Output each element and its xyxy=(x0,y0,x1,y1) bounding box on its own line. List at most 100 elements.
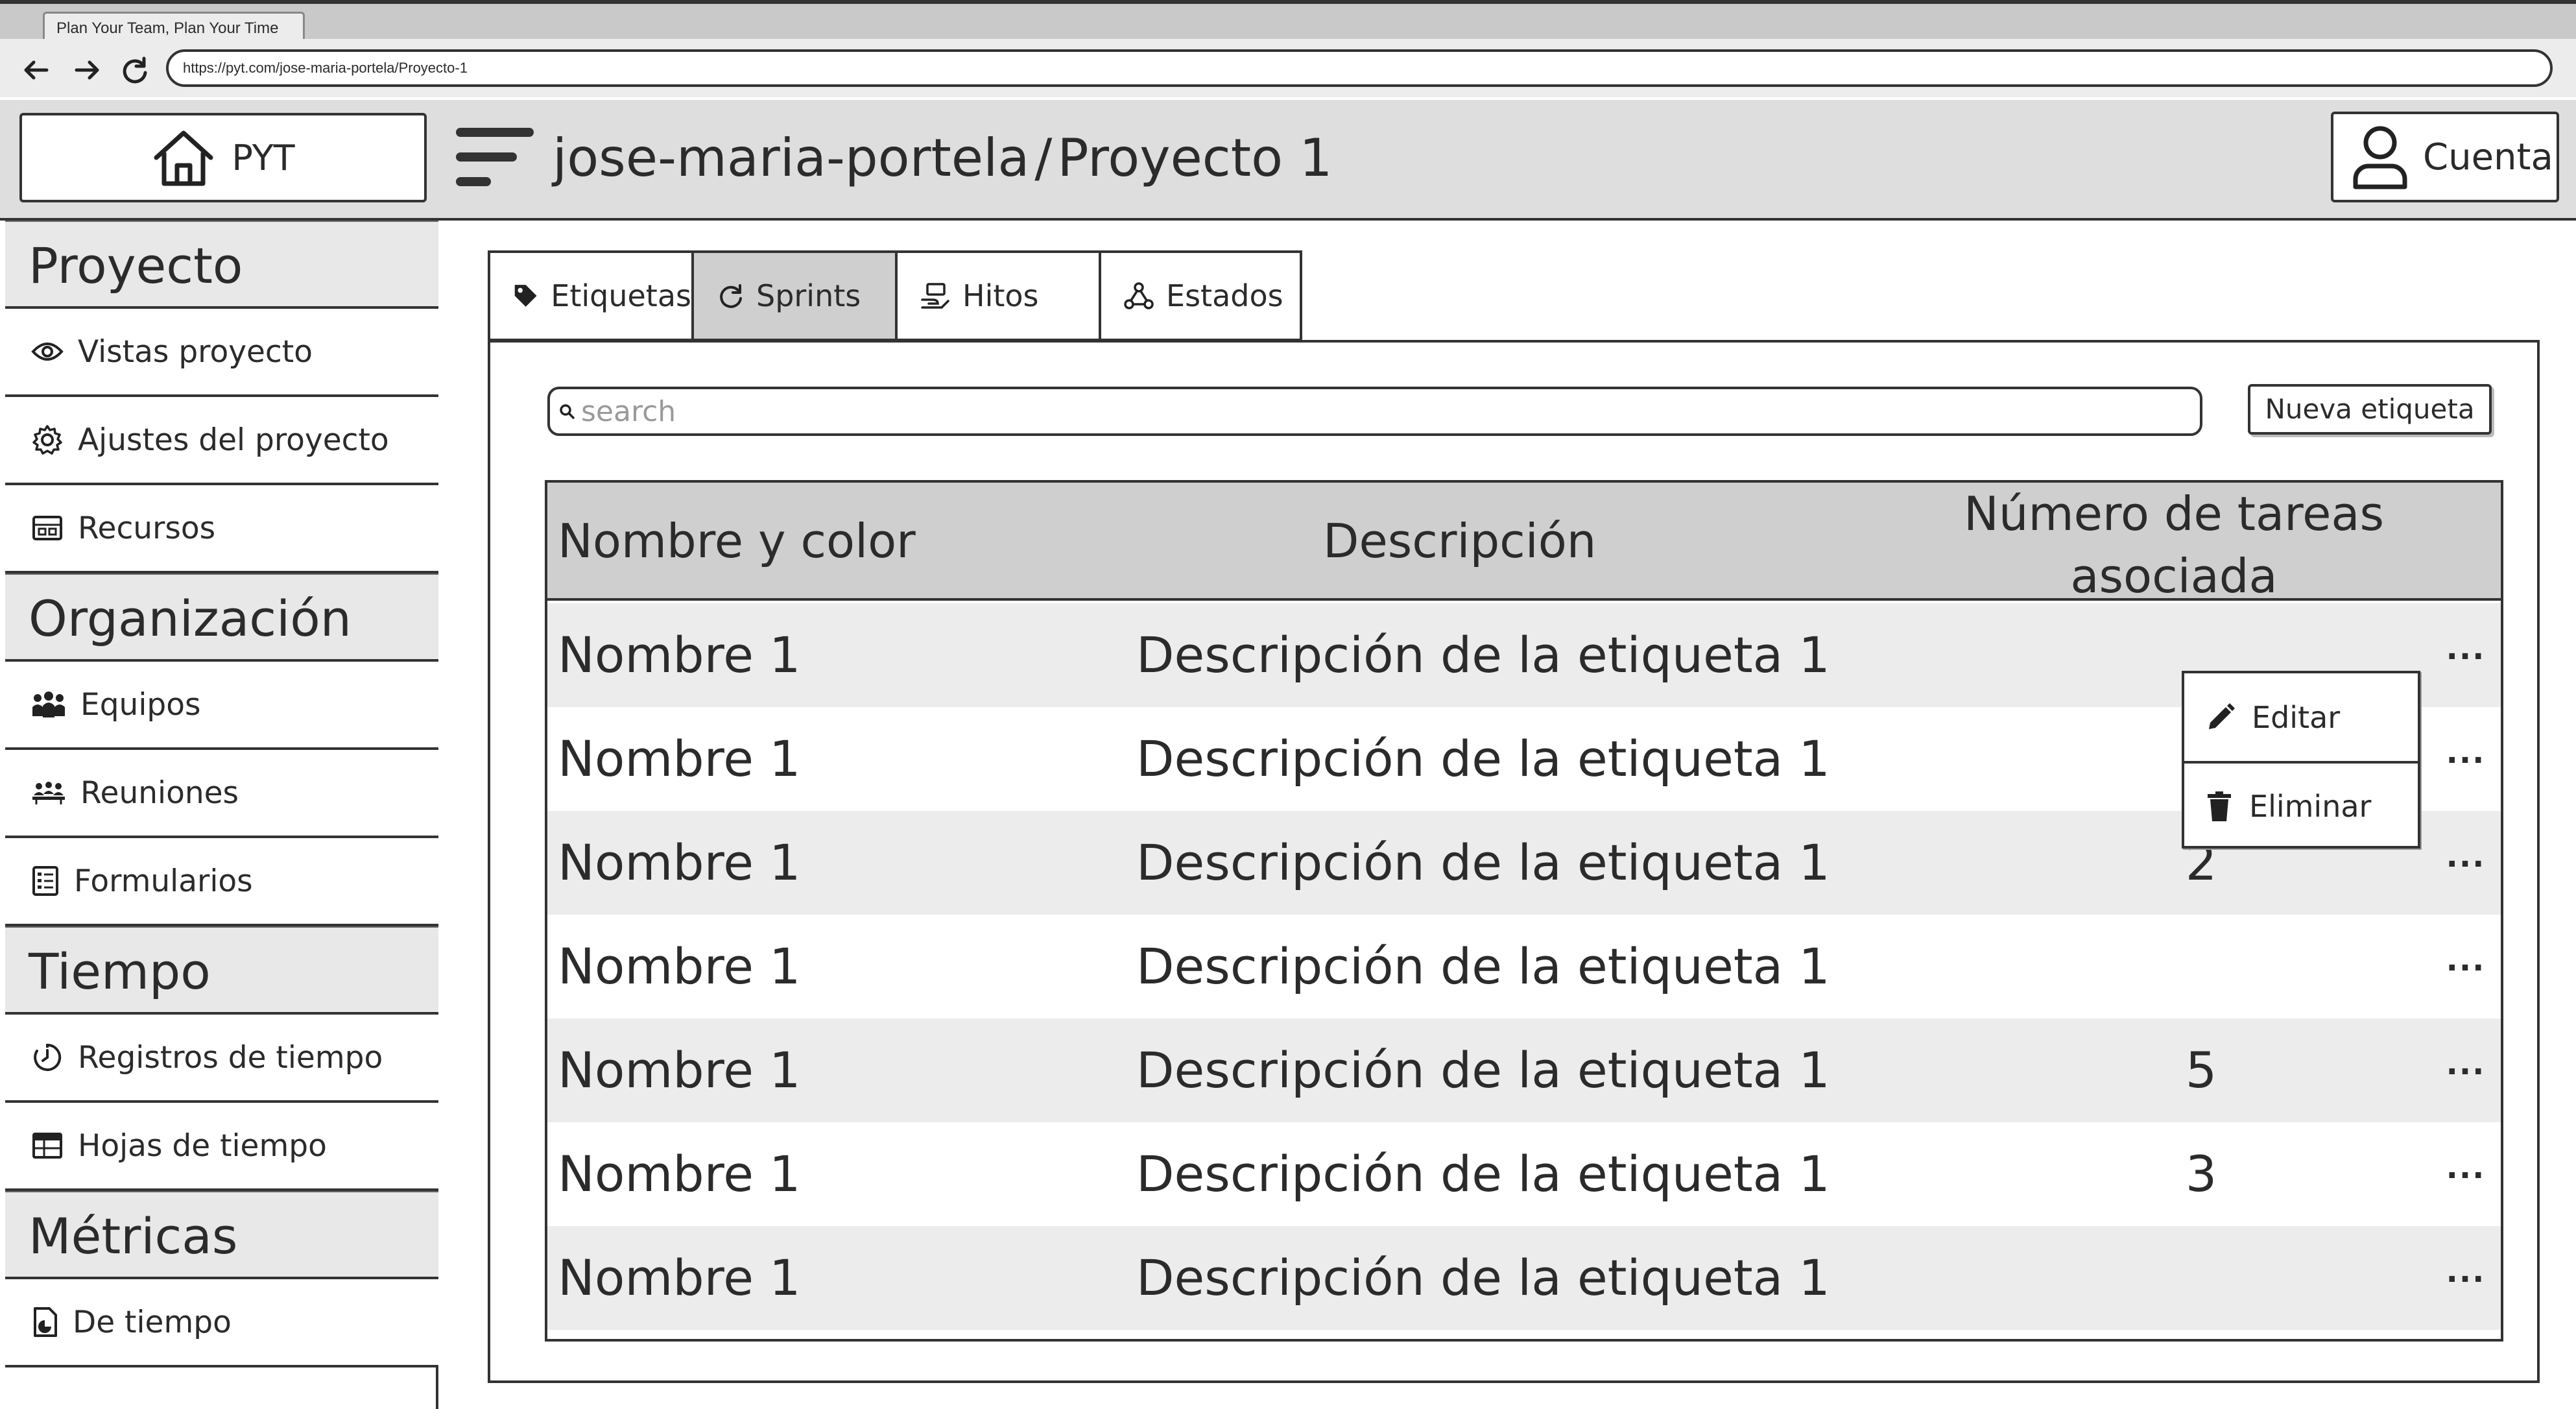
breadcrumb-project[interactable]: Proyecto 1 xyxy=(1057,126,1332,191)
browser-tabstrip: Plan Your Team, Plan Your Time xyxy=(0,0,2576,44)
sidebar-item-reuniones[interactable]: Reuniones xyxy=(5,750,438,838)
file-chart-icon xyxy=(34,1307,57,1337)
search-box[interactable] xyxy=(547,387,2202,436)
sidebar-item-equipos[interactable]: Equipos xyxy=(5,662,438,750)
row-more-button[interactable]: ... xyxy=(2440,1018,2492,1109)
tab-hitos[interactable]: Hitos xyxy=(895,250,1099,341)
cell-description: Descripción de la etiqueta 1 xyxy=(1136,1041,1830,1099)
content-tabs: Etiquetas Sprints Hitos Estados xyxy=(488,250,1302,341)
table-icon xyxy=(32,1133,62,1159)
tab-label: Estados xyxy=(1166,278,1283,313)
sidebar-item-ajustes[interactable]: Ajustes del proyecto xyxy=(5,397,438,485)
search-input[interactable] xyxy=(581,394,2138,428)
column-header-name[interactable]: Nombre y color xyxy=(558,509,916,573)
reload-icon[interactable] xyxy=(117,52,153,88)
browser-chrome: Plan Your Team, Plan Your Time https://p… xyxy=(0,0,2576,97)
resources-icon xyxy=(32,516,62,540)
row-more-button[interactable]: ... xyxy=(2440,915,2492,1006)
column-header-description[interactable]: Descripción xyxy=(1323,509,1596,573)
sidebar-item-label: Registros de tiempo xyxy=(78,1039,383,1076)
sidebar-item-label: Formularios xyxy=(74,863,253,899)
sidebar-section-metricas: Métricas xyxy=(5,1191,438,1279)
sidebar-section-tiempo: Tiempo xyxy=(5,926,438,1015)
row-more-button[interactable]: ... xyxy=(2440,1226,2492,1317)
edit-menu-item[interactable]: Editar xyxy=(2184,673,2418,761)
cell-name: Nombre 1 xyxy=(558,834,801,891)
row-more-button[interactable]: ... xyxy=(2440,603,2492,694)
timer-icon xyxy=(34,1043,62,1071)
table-row[interactable]: Nombre 1 Descripción de la etiqueta 1 ..… xyxy=(547,1226,2501,1330)
sidebar-item-recursos[interactable]: Recursos xyxy=(5,485,438,573)
sidebar-item-vistas-proyecto[interactable]: Vistas proyecto xyxy=(5,309,438,397)
user-icon xyxy=(2353,126,2407,189)
breadcrumb: jose-maria-portela / Proyecto 1 xyxy=(553,126,1332,191)
forward-arrow-icon[interactable] xyxy=(69,52,105,88)
sidebar-item-formularios[interactable]: Formularios xyxy=(5,838,438,926)
table-row[interactable]: Nombre 1 Descripción de la etiqueta 1 5 … xyxy=(547,1018,2501,1122)
account-button[interactable]: Cuenta xyxy=(2331,112,2559,202)
home-icon xyxy=(154,130,213,186)
eye-icon xyxy=(31,343,64,361)
pencil-icon xyxy=(2209,703,2235,729)
menu-hamburger-icon[interactable] xyxy=(454,123,537,195)
cell-name: Nombre 1 xyxy=(558,1249,801,1307)
search-icon xyxy=(560,404,575,419)
workflow-icon xyxy=(1124,282,1154,309)
cell-count: 5 xyxy=(2185,1041,2217,1099)
logo-text: PYT xyxy=(232,137,295,178)
cell-name: Nombre 1 xyxy=(558,730,801,788)
labels-table: Nombre y color Descripción Número de tar… xyxy=(545,480,2503,1342)
cell-name: Nombre 1 xyxy=(558,937,801,995)
row-more-button[interactable]: ... xyxy=(2440,1122,2492,1213)
home-button[interactable]: PYT xyxy=(19,113,427,202)
row-context-menu: Editar Eliminar xyxy=(2182,671,2420,849)
sidebar-item-registros[interactable]: Registros de tiempo xyxy=(5,1015,438,1103)
column-header-count[interactable]: Número de tareas asociada xyxy=(1960,483,2388,607)
sidebar-item-label: Vistas proyecto xyxy=(78,333,313,370)
tab-label: Etiquetas xyxy=(551,278,691,313)
sidebar-section-proyecto: Proyecto xyxy=(5,221,438,309)
cell-name: Nombre 1 xyxy=(558,626,801,684)
sidebar-item-label: Hojas de tiempo xyxy=(78,1127,327,1164)
cell-description: Descripción de la etiqueta 1 xyxy=(1136,1249,1830,1307)
address-bar[interactable]: https://pyt.com/jose-maria-portela/Proye… xyxy=(166,49,2553,87)
cell-description: Descripción de la etiqueta 1 xyxy=(1136,626,1830,684)
row-more-button[interactable]: ... xyxy=(2440,707,2492,798)
browser-navbar: https://pyt.com/jose-maria-portela/Proye… xyxy=(0,39,2576,97)
cell-count: 3 xyxy=(2185,1145,2217,1203)
sidebar-item-de-tiempo[interactable]: De tiempo xyxy=(5,1279,438,1367)
row-more-button[interactable]: ... xyxy=(2440,811,2492,902)
tab-sprints[interactable]: Sprints xyxy=(691,250,895,341)
cell-description: Descripción de la etiqueta 1 xyxy=(1136,1145,1830,1203)
account-label: Cuenta xyxy=(2423,136,2553,178)
new-label-button[interactable]: Nueva etiqueta xyxy=(2248,384,2492,435)
gear-icon xyxy=(32,425,62,455)
milestone-icon xyxy=(921,283,949,309)
delete-menu-item[interactable]: Eliminar xyxy=(2184,761,2418,849)
tab-label: Hitos xyxy=(962,278,1039,313)
refresh-icon xyxy=(720,284,742,308)
breadcrumb-user[interactable]: jose-maria-portela xyxy=(553,126,1029,191)
sidebar: Proyecto Vistas proyecto Ajustes del pro… xyxy=(0,221,438,1409)
sidebar-item-label: Equipos xyxy=(80,686,201,723)
app-header: PYT jose-maria-portela / Proyecto 1 Cuen… xyxy=(0,100,2576,221)
back-arrow-icon[interactable] xyxy=(18,52,54,88)
sidebar-item-label: De tiempo xyxy=(73,1304,232,1340)
sidebar-item-label: Ajustes del proyecto xyxy=(78,422,389,458)
menu-item-label: Editar xyxy=(2252,699,2341,735)
cell-description: Descripción de la etiqueta 1 xyxy=(1136,937,1830,995)
breadcrumb-separator: / xyxy=(1034,128,1053,188)
cell-name: Nombre 1 xyxy=(558,1041,801,1099)
table-row[interactable]: Nombre 1 Descripción de la etiqueta 1 ..… xyxy=(547,915,2501,1018)
cell-description: Descripción de la etiqueta 1 xyxy=(1136,834,1830,891)
tab-etiquetas[interactable]: Etiquetas xyxy=(488,250,691,341)
trash-icon xyxy=(2208,791,2231,821)
sidebar-item-hojas[interactable]: Hojas de tiempo xyxy=(5,1103,438,1191)
meeting-icon xyxy=(32,782,65,804)
table-header: Nombre y color Descripción Número de tar… xyxy=(547,483,2501,603)
form-icon xyxy=(32,866,58,896)
table-row[interactable]: Nombre 1 Descripción de la etiqueta 1 3 … xyxy=(547,1122,2501,1226)
tab-estados[interactable]: Estados xyxy=(1099,250,1302,341)
team-icon xyxy=(32,692,65,717)
tag-icon xyxy=(514,285,537,307)
